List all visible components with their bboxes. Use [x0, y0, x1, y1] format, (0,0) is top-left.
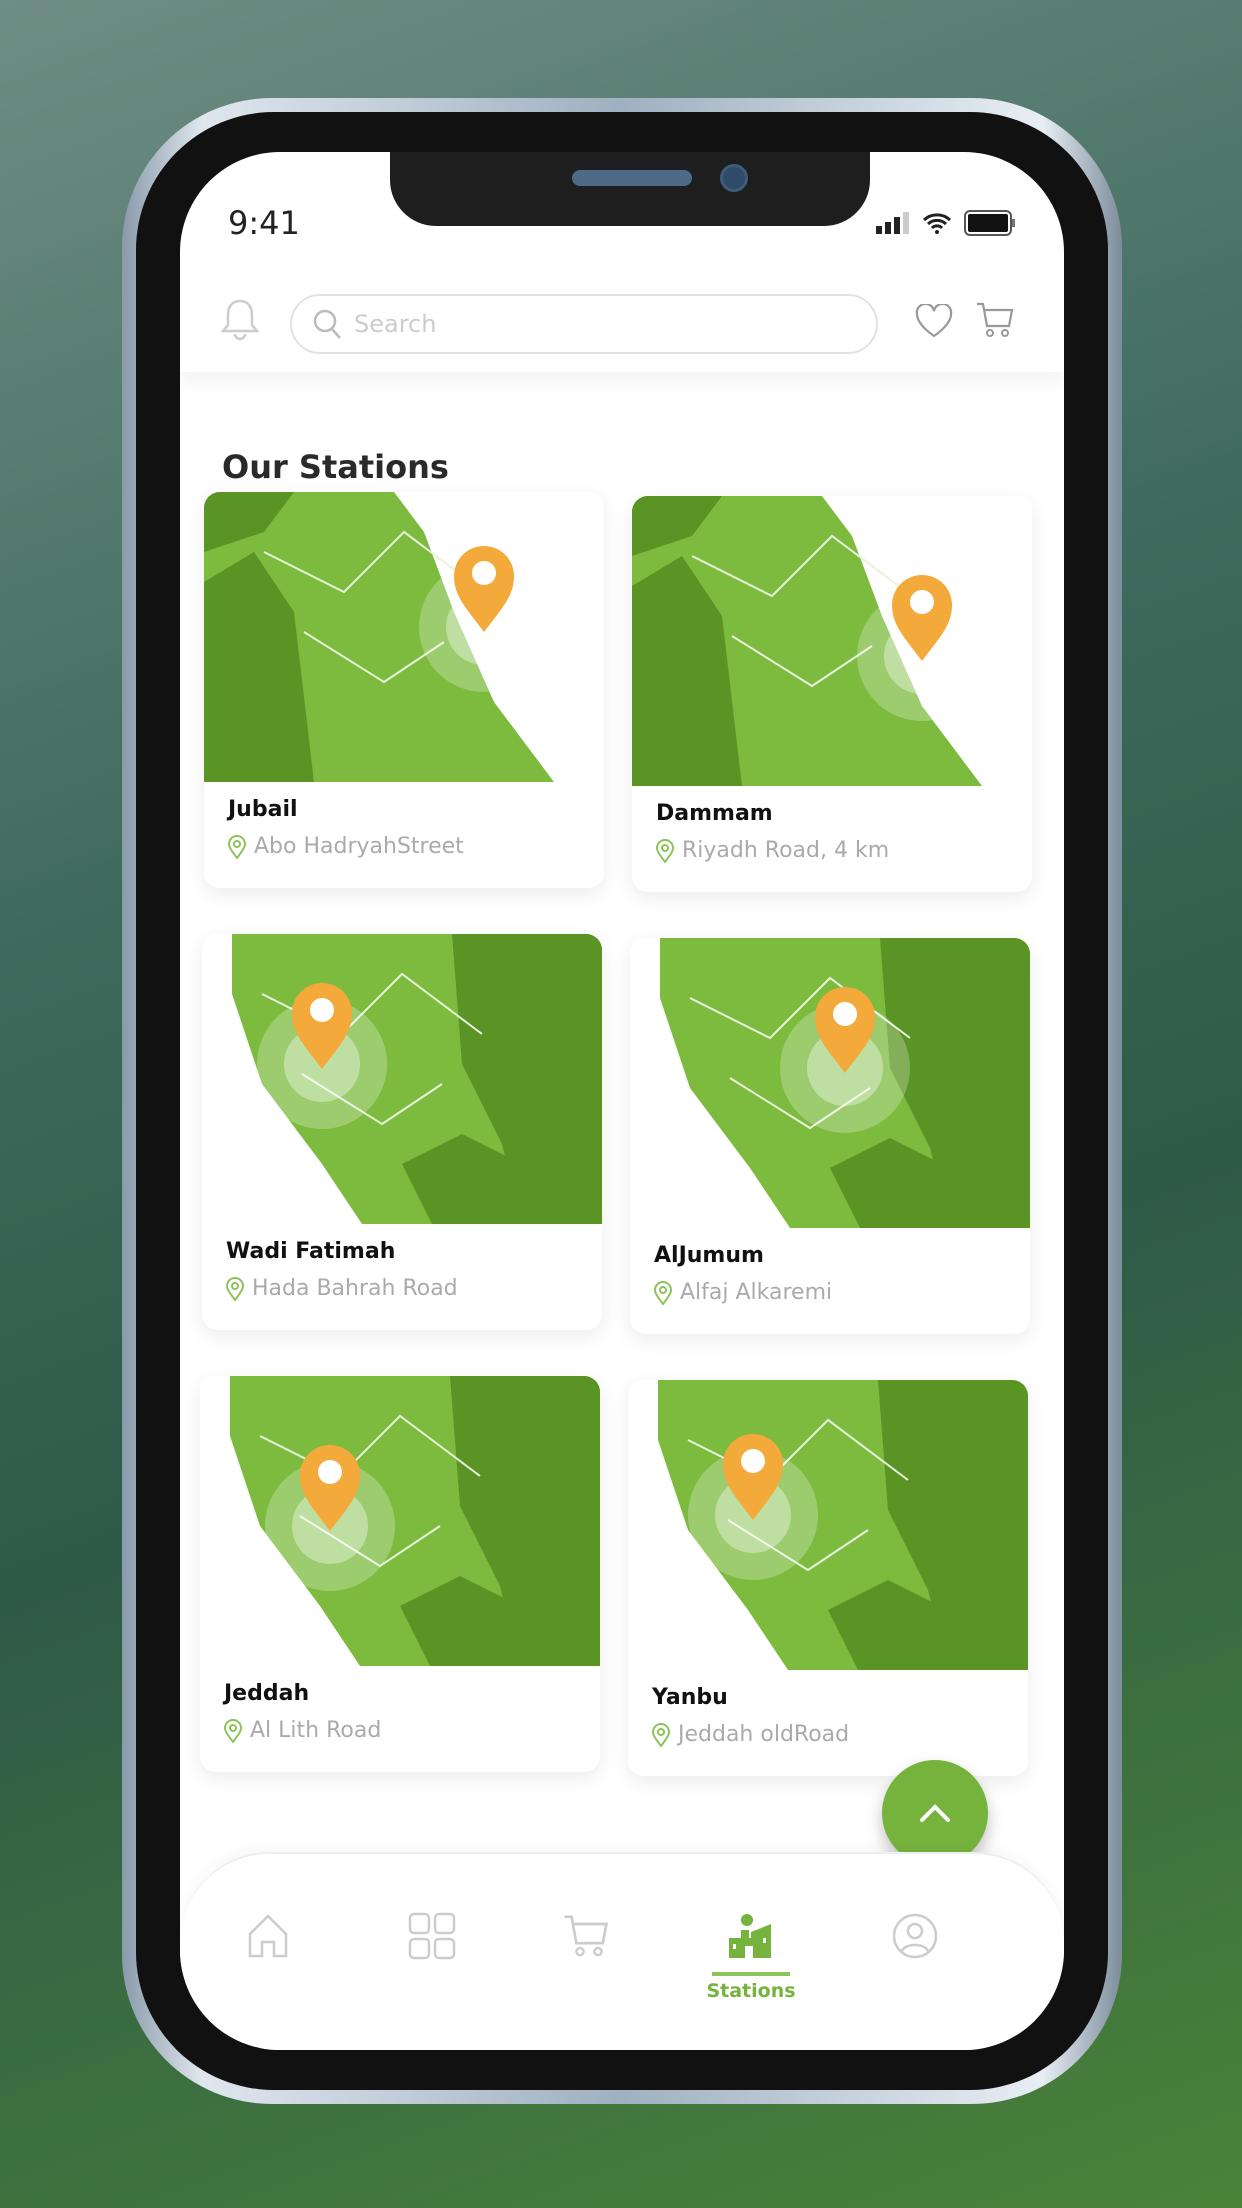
- scroll-to-top-button[interactable]: [882, 1760, 988, 1866]
- station-address-text: Abo HadryahStreet: [254, 834, 464, 859]
- station-map: [202, 934, 602, 1224]
- station-address-text: Riyadh Road, 4 km: [682, 838, 890, 863]
- station-card[interactable]: Dammam Riyadh Road, 4 km: [632, 496, 1032, 892]
- nav-label-stations: Stations: [706, 1980, 796, 2002]
- profile-icon: [892, 1913, 938, 1959]
- wifi-icon: [922, 213, 952, 234]
- page-title: Our Stations: [222, 448, 449, 486]
- nav-stations[interactable]: Stations: [706, 1912, 796, 2002]
- station-map: [200, 1376, 600, 1666]
- station-card[interactable]: Yanbu Jeddah oldRoad: [628, 1380, 1028, 1776]
- top-bar: [180, 252, 1064, 372]
- station-name: AlJumum: [654, 1243, 764, 1268]
- station-address-text: Alfaj Alkaremi: [680, 1280, 833, 1305]
- nav-home[interactable]: [228, 1912, 308, 1960]
- grid-icon: [408, 1912, 456, 1960]
- station-address: Al Lith Road: [224, 1718, 381, 1743]
- station-card[interactable]: AlJumum Alfaj Alkaremi: [630, 938, 1030, 1334]
- station-name: Jubail: [228, 797, 298, 822]
- station-address-text: Al Lith Road: [250, 1718, 382, 1743]
- status-time: 9:41: [228, 204, 300, 242]
- notification-bell-icon[interactable]: [220, 296, 260, 342]
- battery-icon: [964, 210, 1015, 236]
- notch: [390, 152, 870, 226]
- station-card[interactable]: Jeddah Al Lith Road: [200, 1376, 600, 1772]
- bottom-navigation: Stations: [180, 1852, 1064, 2050]
- signal-icon: [876, 212, 909, 234]
- home-icon: [248, 1914, 288, 1958]
- search-field[interactable]: [290, 294, 878, 354]
- station-card[interactable]: Jubail Abo HadryahStreet: [204, 492, 604, 888]
- station-address: Alfaj Alkaremi: [654, 1280, 832, 1305]
- station-address-text: Hada Bahrah Road: [252, 1276, 458, 1301]
- station-card[interactable]: Wadi Fatimah Hada Bahrah Road: [202, 934, 602, 1330]
- nav-cart[interactable]: [546, 1912, 626, 1960]
- search-input[interactable]: [354, 310, 834, 338]
- cart-icon: [564, 1915, 608, 1957]
- search-icon: [313, 309, 341, 339]
- chevron-up-icon: [920, 1804, 950, 1822]
- station-address: Hada Bahrah Road: [226, 1276, 458, 1301]
- station-name: Wadi Fatimah: [226, 1239, 396, 1264]
- stations-icon: [729, 1914, 771, 1958]
- station-map: [632, 496, 1032, 786]
- location-pin-icon: [228, 834, 246, 859]
- station-address: Jeddah oldRoad: [652, 1722, 849, 1747]
- location-pin-icon: [652, 1722, 670, 1747]
- station-name: Jeddah: [224, 1681, 310, 1706]
- station-address-text: Jeddah oldRoad: [678, 1722, 850, 1747]
- station-name: Yanbu: [652, 1685, 728, 1710]
- nav-categories[interactable]: [392, 1912, 472, 1960]
- station-address: Riyadh Road, 4 km: [656, 838, 889, 863]
- location-pin-icon: [654, 1280, 672, 1305]
- favorites-heart-icon[interactable]: [915, 304, 953, 338]
- cart-icon[interactable]: [975, 300, 1015, 340]
- station-map: [630, 938, 1030, 1228]
- location-pin-icon: [224, 1718, 242, 1743]
- location-pin-icon: [226, 1276, 244, 1301]
- nav-profile[interactable]: [875, 1912, 955, 1960]
- location-pin-icon: [656, 838, 674, 863]
- app-screen: 9:41 Our Stations Jubail Abo HadryahStre…: [180, 152, 1064, 2050]
- phone-frame: 9:41 Our Stations Jubail Abo HadryahStre…: [122, 98, 1122, 2104]
- station-map: [628, 1380, 1028, 1670]
- station-address: Abo HadryahStreet: [228, 834, 464, 859]
- station-name: Dammam: [656, 801, 773, 826]
- status-icons: [876, 210, 1016, 236]
- station-map: [204, 492, 604, 782]
- active-indicator: [712, 1972, 790, 1976]
